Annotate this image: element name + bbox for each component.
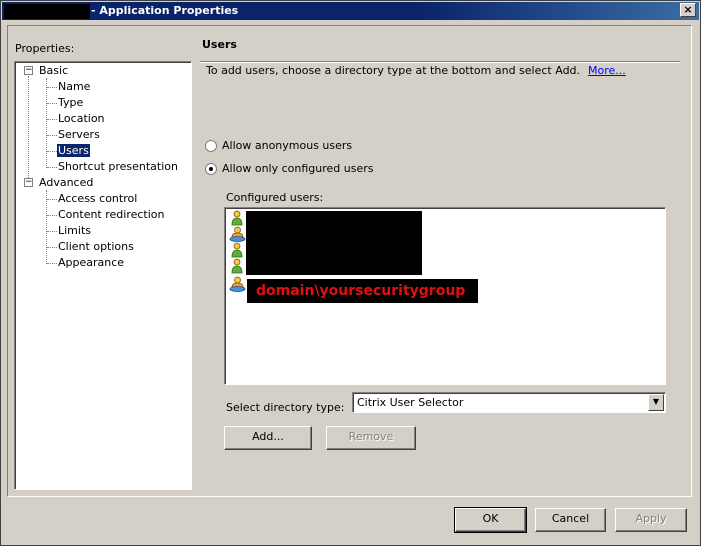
tree-item-label: Content redirection <box>58 208 165 221</box>
user-icon <box>231 210 243 226</box>
tree-connector <box>46 78 47 168</box>
tree-item-location[interactable]: Location <box>58 112 105 126</box>
tree-item-label: Access control <box>58 192 138 205</box>
tree-item-label: Servers <box>58 128 100 141</box>
tree-item-limits[interactable]: Limits <box>58 224 91 238</box>
tree-item-users[interactable]: Users <box>57 144 90 158</box>
allow-configured-radio[interactable]: Allow only configured users <box>205 162 374 176</box>
instructions-text: To add users, choose a directory type at… <box>206 64 626 77</box>
directory-type-select[interactable]: Citrix User Selector ▼ <box>352 392 666 413</box>
redacted-app-name <box>4 4 90 19</box>
tree-connector <box>47 167 57 168</box>
tree-connector <box>47 151 57 152</box>
window-title: - Application Properties <box>91 4 239 17</box>
tree-item-servers[interactable]: Servers <box>58 128 100 142</box>
tree-connector <box>47 199 57 200</box>
add-button[interactable]: Add... <box>224 426 312 450</box>
cancel-button[interactable]: Cancel <box>535 508 606 532</box>
tree-item-label: Appearance <box>58 256 125 269</box>
tree-item-appearance[interactable]: Appearance <box>58 256 124 270</box>
tree-item-shortcut-presentation[interactable]: Shortcut presentation <box>58 160 178 174</box>
redacted-user-names <box>246 211 422 275</box>
divider <box>200 61 680 63</box>
more-link[interactable]: More... <box>588 64 626 77</box>
radio-button[interactable] <box>205 140 217 152</box>
user-icon <box>231 258 243 274</box>
tree-connector <box>47 135 57 136</box>
apply-button[interactable]: Apply <box>615 508 687 532</box>
tree-connector <box>47 215 57 216</box>
collapse-icon[interactable]: − <box>24 178 33 187</box>
tree-item-label: Type <box>58 96 84 109</box>
user-icon <box>231 242 243 258</box>
properties-tree[interactable]: − Basic Name Type Location Servers Users… <box>14 61 192 490</box>
tree-connector <box>47 231 57 232</box>
directory-type-label: Select directory type: <box>226 401 345 414</box>
dropdown-arrow-icon[interactable]: ▼ <box>648 394 664 411</box>
tree-item-label: Shortcut presentation <box>58 160 178 173</box>
tree-connector <box>47 119 57 120</box>
tree-group-label: Advanced <box>39 176 94 189</box>
tree-connector <box>47 87 57 88</box>
group-icon <box>229 226 246 242</box>
tree-item-label: Name <box>58 80 91 93</box>
radio-label: Allow only configured users <box>222 162 374 175</box>
tree-item-label: Location <box>58 112 105 125</box>
title-bar: - Application Properties × <box>2 2 699 20</box>
allow-anonymous-radio[interactable]: Allow anonymous users <box>205 139 352 153</box>
remove-button[interactable]: Remove <box>326 426 416 450</box>
tree-connector <box>46 190 47 264</box>
tree-connector <box>47 247 57 248</box>
tree-item-label: Users <box>57 144 90 157</box>
tree-item-name[interactable]: Name <box>58 80 90 94</box>
directory-type-value: Citrix User Selector <box>357 396 464 409</box>
tree-connector <box>47 263 57 264</box>
radio-label: Allow anonymous users <box>222 139 353 152</box>
properties-label: Properties: <box>15 42 75 55</box>
configured-users-label: Configured users: <box>226 191 324 204</box>
tree-item-label: Client options <box>58 240 134 253</box>
tree-group-label: Basic <box>39 64 69 77</box>
security-group-entry[interactable]: domain\yoursecuritygroup <box>247 279 478 303</box>
instructions-label: To add users, choose a directory type at… <box>206 64 581 77</box>
ok-button[interactable]: OK <box>454 507 527 533</box>
close-button[interactable]: × <box>680 3 696 17</box>
tree-connector <box>47 103 57 104</box>
tree-item-access-control[interactable]: Access control <box>58 192 137 206</box>
tree-item-label: Limits <box>58 224 91 237</box>
tree-item-client-options[interactable]: Client options <box>58 240 134 254</box>
section-title: Users <box>202 38 237 51</box>
configured-users-list[interactable]: domain\yoursecuritygroup <box>224 207 666 385</box>
application-properties-dialog: - Application Properties × Properties: −… <box>0 0 701 546</box>
group-icon <box>229 276 246 292</box>
collapse-icon[interactable]: − <box>24 66 33 75</box>
tree-connector <box>28 76 29 182</box>
tree-item-content-redirection[interactable]: Content redirection <box>58 208 165 222</box>
tree-item-type[interactable]: Type <box>58 96 83 110</box>
radio-button[interactable] <box>205 163 217 175</box>
